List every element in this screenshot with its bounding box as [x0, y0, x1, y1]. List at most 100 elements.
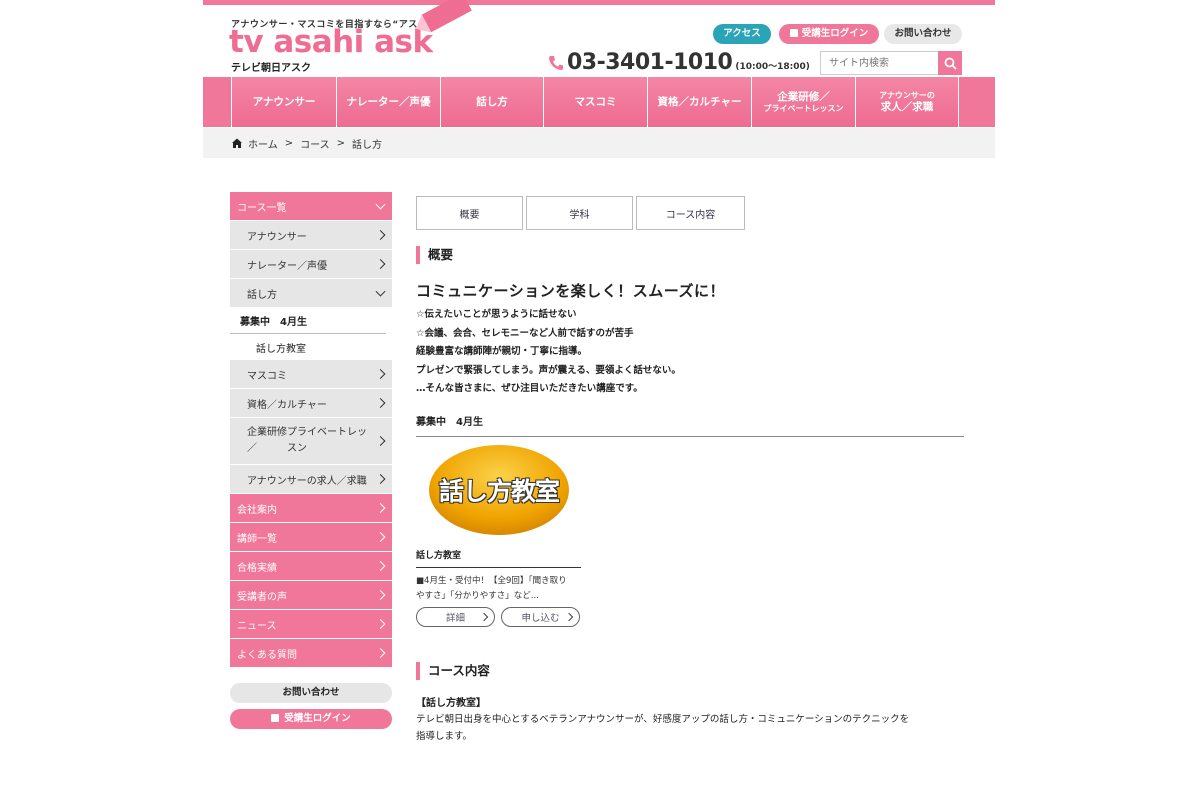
sidebar-login-label: 受講生ログイン — [284, 713, 351, 724]
recruit-heading: 募集中 4月生 — [416, 413, 964, 437]
sidebar-item-corporate-training[interactable]: 企業研修プライベートレッ ／ スン — [230, 418, 392, 464]
home-icon — [232, 138, 242, 148]
global-nav: アナウンサー ナレーター／声優 話し方 マスコミ 資格／カルチャー 企業研修／プ… — [203, 77, 995, 127]
breadcrumb-course[interactable]: コース — [300, 136, 330, 151]
sidebar-item-jobs[interactable]: アナウンサーの求人／求職 — [230, 465, 392, 493]
phone-icon — [549, 55, 563, 70]
sidebar-item-label: コース一覧 — [237, 202, 287, 214]
access-button[interactable]: アクセス — [713, 24, 771, 44]
chevron-down-icon — [375, 199, 386, 210]
card-description: ■4月生・受付中！【全9回】「聞き取り やすさ」「分かりやすさ」など... — [416, 574, 581, 604]
breadcrumb: ホーム > コース > 話し方 — [203, 128, 995, 158]
breadcrumb-home[interactable]: ホーム — [248, 136, 278, 151]
sidebar-item-faq[interactable]: よくある質問 — [230, 639, 392, 667]
nav-speaking[interactable]: 話し方 — [440, 77, 543, 127]
chevron-right-icon — [375, 259, 386, 269]
nav-label: アナウンサー — [252, 95, 316, 108]
phone-number-text: 03-3401-1010 — [567, 50, 733, 75]
chevron-right-icon — [375, 369, 386, 379]
nav-narrator[interactable]: ナレーター／声優 — [336, 77, 440, 127]
sidebar-item-speaking[interactable]: 話し方 — [230, 279, 392, 307]
body-line: ☆伝えたいことが思うように話せない — [416, 309, 577, 320]
sidebar-item-label: ／ スン — [247, 443, 307, 454]
sidebar-item-label: 話し方 — [247, 289, 277, 301]
tab-course-content[interactable]: コース内容 — [636, 196, 745, 230]
sidebar-item-results[interactable]: 合格実績 — [230, 552, 392, 580]
sidebar-item-news[interactable]: ニュース — [230, 610, 392, 638]
sidebar-item-label: 資格／カルチャー — [247, 399, 327, 411]
nav-small-label: アナウンサーの — [879, 90, 935, 100]
lock-icon — [271, 714, 280, 722]
nav-qualification[interactable]: 資格／カルチャー — [647, 77, 751, 127]
chevron-right-icon — [375, 474, 386, 484]
course-subtitle: 【話し方教室】 — [416, 697, 486, 709]
chevron-right-icon — [375, 619, 386, 629]
course-image-label: 話し方教室 — [438, 476, 560, 506]
breadcrumb-separator: > — [336, 137, 345, 149]
nav-label: ナレーター／声優 — [346, 95, 431, 108]
body-line: 経験豊富な講師陣が親切・丁寧に指導。 — [416, 346, 588, 357]
course-content-heading: コース内容 — [416, 661, 964, 680]
phone-hours: (10:00～18:00) — [735, 62, 810, 72]
sidebar-course-list[interactable]: コース一覧 — [230, 192, 392, 220]
chevron-right-icon — [375, 503, 386, 513]
sidebar-login-button[interactable]: 受講生ログイン — [230, 709, 392, 729]
overview-body: ☆伝えたいことが思うように話せない ☆会議、会合、セレモニーなど人前で話すのが苦… — [416, 306, 964, 399]
lead-text: コミュニケーションを楽しく！スムーズに！ — [416, 282, 725, 300]
nav-label: 求人／求職 — [880, 100, 934, 113]
sidebar-item-speaking-class[interactable]: 話し方教室 — [230, 334, 392, 360]
student-login-button[interactable]: 受講生ログイン — [779, 24, 879, 44]
contact-button[interactable]: お問い合わせ — [884, 24, 962, 44]
site-logo[interactable]: tv asahi ask — [229, 27, 433, 58]
sidebar-item-label: 講師一覧 — [237, 533, 277, 545]
chevron-right-icon — [375, 436, 386, 446]
detail-button[interactable]: 詳細 — [416, 606, 495, 627]
chevron-right-icon — [564, 612, 574, 621]
sidebar-item-narrator[interactable]: ナレーター／声優 — [230, 250, 392, 278]
card-title: 話し方教室 — [416, 548, 581, 568]
nav-announcer[interactable]: アナウンサー — [231, 77, 336, 127]
overview-heading: 概要 — [416, 246, 964, 264]
card-desc-line: ■4月生・受付中！【全9回】「聞き取り — [416, 575, 567, 586]
apply-button[interactable]: 申し込む — [501, 606, 580, 627]
sidebar-item-mass-media[interactable]: マスコミ — [230, 360, 392, 388]
sidebar-item-announcer[interactable]: アナウンサー — [230, 221, 392, 249]
site-header: アナウンサー・マスコミを目指すなら“アスク” tv asahi ask テレビ朝… — [203, 0, 995, 77]
sidebar-item-instructors[interactable]: 講師一覧 — [230, 523, 392, 551]
search-icon — [944, 57, 957, 70]
sidebar-item-voices[interactable]: 受講者の声 — [230, 581, 392, 609]
chevron-right-icon — [479, 612, 489, 621]
phone-number[interactable]: 03-3401-1010 (10:00～18:00) — [547, 50, 810, 75]
sidebar-item-company[interactable]: 会社案内 — [230, 494, 392, 522]
body-line: ☆会議、会合、セレモニーなど人前で話すのが苦手 — [416, 327, 634, 339]
sidebar-item-label: 受講者の声 — [237, 591, 287, 603]
chevron-right-icon — [375, 532, 386, 542]
apply-button-label: 申し込む — [521, 612, 560, 624]
search-button[interactable] — [938, 51, 962, 75]
tab-subjects[interactable]: 学科 — [526, 196, 633, 230]
body-line: …そんな皆さまに、ぜひ注目いただきたい講座です。 — [416, 383, 643, 394]
tab-overview[interactable]: 概要 — [416, 196, 523, 230]
chevron-right-icon — [375, 398, 386, 408]
section-tabs: 概要 学科 コース内容 — [416, 196, 964, 230]
sidebar-item-qualification[interactable]: 資格／カルチャー — [230, 389, 392, 417]
chevron-right-icon — [375, 230, 386, 240]
course-image[interactable]: 話し方教室 — [427, 444, 571, 536]
nav-mass-media[interactable]: マスコミ — [543, 77, 647, 127]
breadcrumb-separator: > — [284, 137, 294, 149]
student-login-label: 受講生ログイン — [801, 28, 869, 39]
sidebar-item-label: 会社案内 — [237, 504, 277, 516]
sidebar-item-label: ニュース — [237, 620, 277, 632]
sidebar-item-label: 合格実績 — [237, 562, 277, 574]
sidebar-contact-button[interactable]: お問い合わせ — [230, 683, 392, 703]
nav-label: 資格／カルチャー — [657, 95, 742, 108]
nav-jobs[interactable]: アナウンサーの 求人／求職 — [855, 77, 959, 127]
logo-subtitle: テレビ朝日アスク — [231, 63, 311, 74]
sidebar-item-label: 企業研修プライベートレッ — [247, 427, 367, 438]
body-line: プレゼンで緊張してしまう。声が震える、要領よく話せない。 — [416, 364, 681, 376]
search-input[interactable] — [821, 52, 936, 74]
nav-small-label: プライベートレッスン — [763, 103, 844, 113]
lock-icon — [789, 29, 798, 37]
site-search — [820, 51, 962, 75]
nav-corporate-training[interactable]: 企業研修／ プライベートレッスン — [751, 77, 855, 127]
